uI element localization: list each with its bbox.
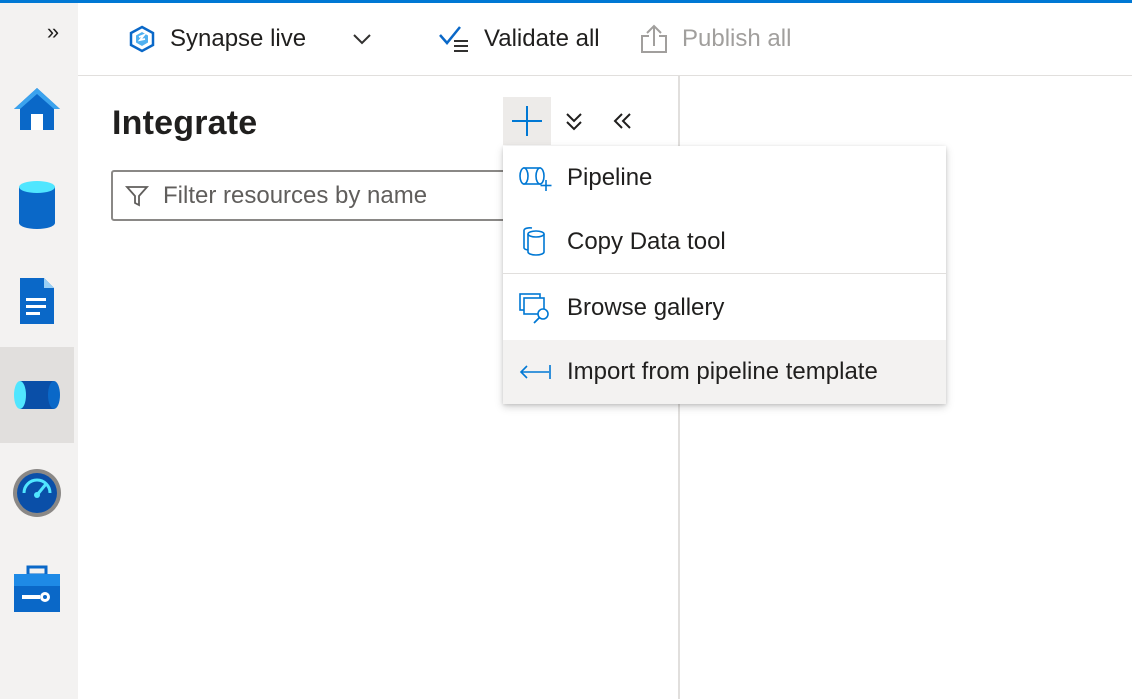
rail-item-data[interactable] xyxy=(0,157,74,253)
pipeline-icon xyxy=(503,146,567,210)
rail-item-home[interactable] xyxy=(0,61,74,157)
rail-item-monitor[interactable] xyxy=(0,445,74,541)
publish-all-button[interactable]: Publish all xyxy=(640,3,791,75)
validate-all-label: Validate all xyxy=(484,25,600,52)
gallery-icon xyxy=(503,276,567,340)
new-resource-menu: Pipeline Copy Data tool Browse gallery I… xyxy=(503,146,946,404)
rail-item-manage[interactable] xyxy=(0,541,74,637)
develop-icon xyxy=(20,278,54,324)
left-nav-rail: » xyxy=(0,3,78,699)
menu-item-label: Pipeline xyxy=(567,164,653,191)
top-toolbar: Synapse live Validate all Publish all xyxy=(78,3,1132,76)
page-title: Integrate xyxy=(112,104,258,142)
menu-divider xyxy=(503,273,946,274)
plus-icon xyxy=(512,106,542,136)
home-icon xyxy=(14,88,60,130)
add-new-resource-button[interactable] xyxy=(503,97,551,145)
workspace-selector[interactable]: Synapse live xyxy=(128,3,372,75)
synapse-icon xyxy=(129,25,155,53)
menu-item-label: Import from pipeline template xyxy=(567,358,878,385)
collapse-all-button[interactable] xyxy=(550,97,598,145)
manage-icon xyxy=(14,565,60,612)
menu-item-import-template[interactable]: Import from pipeline template xyxy=(503,340,946,404)
publish-icon xyxy=(641,24,667,53)
integrate-icon xyxy=(14,381,60,409)
rail-item-develop[interactable] xyxy=(0,253,74,349)
filter-box xyxy=(111,170,531,221)
data-icon xyxy=(19,181,55,229)
workspace-label: Synapse live xyxy=(170,25,307,52)
chevron-down-icon[interactable] xyxy=(352,33,372,45)
menu-item-browse-gallery[interactable]: Browse gallery xyxy=(503,276,946,340)
validate-icon xyxy=(439,26,468,52)
copy-data-icon xyxy=(503,210,567,274)
collapse-pane-button[interactable] xyxy=(598,97,646,145)
monitor-icon xyxy=(13,469,61,517)
publish-all-label: Publish all xyxy=(682,25,792,52)
rail-item-integrate[interactable] xyxy=(0,347,74,443)
filter-icon xyxy=(125,185,149,206)
double-chevron-down-icon xyxy=(566,113,582,131)
menu-item-label: Browse gallery xyxy=(567,294,725,321)
menu-item-label: Copy Data tool xyxy=(567,228,726,255)
validate-all-button[interactable]: Validate all xyxy=(438,3,600,75)
expand-rail-icon[interactable]: » xyxy=(36,17,70,47)
double-chevron-left-icon xyxy=(613,113,631,129)
import-icon xyxy=(503,340,567,404)
filter-input[interactable] xyxy=(163,181,503,210)
menu-item-copy-data-tool[interactable]: Copy Data tool xyxy=(503,210,946,274)
menu-item-pipeline[interactable]: Pipeline xyxy=(503,146,946,210)
